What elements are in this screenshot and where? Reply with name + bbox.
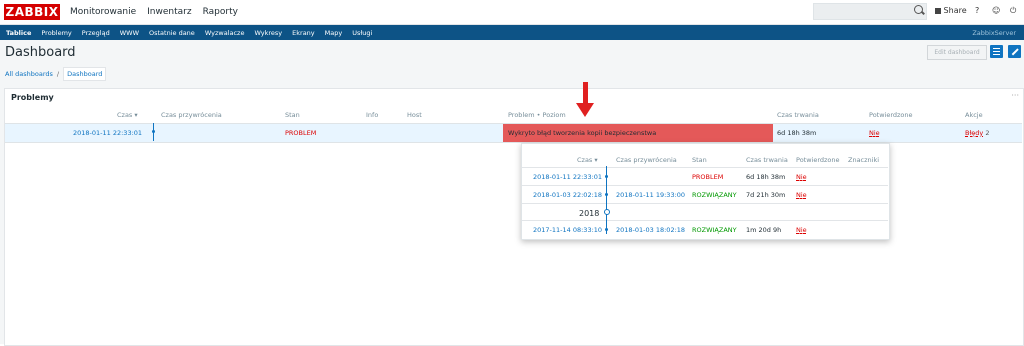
event-duration: 1m 20d 9h <box>746 226 782 234</box>
event-duration: 7d 21h 30m <box>746 191 786 199</box>
event-ack-link[interactable]: Nie <box>796 226 807 234</box>
sub-navigation: Tablice Problemy Przegląd WWW Ostatnie d… <box>0 25 1024 40</box>
event-recovery-link[interactable]: 2018-01-03 18:02:18 <box>616 226 685 234</box>
popup-column-time: Czas ▾ <box>577 156 598 164</box>
column-info: Info <box>366 111 379 119</box>
popup-column-recovery: Czas przywrócenia <box>616 156 677 164</box>
event-recovery-link[interactable]: 2018-01-11 19:33:00 <box>616 191 685 199</box>
event-ack-link[interactable]: Nie <box>796 173 807 181</box>
page-title: Dashboard <box>5 45 76 60</box>
submenu-problems[interactable]: Problemy <box>41 29 71 37</box>
user-profile-icon[interactable]: ☺ <box>992 6 1000 15</box>
breadcrumb-current[interactable]: Dashboard <box>63 66 107 81</box>
server-name: ZabbixServer <box>972 28 1016 37</box>
event-ack-link[interactable]: Nie <box>796 191 807 199</box>
problem-name[interactable]: Wykryto błąd tworzenia kopii bezpieczens… <box>508 129 656 137</box>
column-host: Host <box>407 111 422 119</box>
timeline-dot <box>152 130 155 133</box>
column-recovery-time: Czas przywrócenia <box>161 111 222 119</box>
zabbix-logo[interactable]: ZABBIX <box>4 4 60 20</box>
share-label: Share <box>943 6 967 15</box>
timeline-dot <box>605 228 608 231</box>
share-button[interactable]: Share <box>935 6 967 15</box>
column-duration: Czas trwania <box>777 111 819 119</box>
column-time[interactable]: Czas ▾ <box>117 111 138 119</box>
list-item: 2018-01-03 22:02:18 2018-01-11 19:33:00 … <box>522 185 888 203</box>
page-header: Dashboard <box>0 40 1024 65</box>
event-status: ROZWIĄZANY <box>692 191 737 199</box>
annotation-arrow-icon <box>576 103 594 117</box>
share-icon <box>935 8 941 14</box>
annotation-arrow-shaft <box>583 82 588 104</box>
event-duration: 6d 18h 38m <box>746 173 786 181</box>
edit-dashboard-button[interactable]: Edit dashboard <box>927 45 987 60</box>
menu-monitoring[interactable]: Monitorowanie <box>70 7 136 17</box>
column-actions: Akcje <box>965 111 983 119</box>
problem-name-cell[interactable]: Wykryto błąd tworzenia kopii bezpieczens… <box>503 124 773 142</box>
menu-inventory[interactable]: Inwentarz <box>147 7 191 17</box>
event-time-link[interactable]: 2018-01-03 22:02:18 <box>533 191 602 199</box>
widget-menu-icon[interactable]: ··· <box>1011 91 1019 100</box>
timeline-dot <box>605 193 608 196</box>
problem-status: PROBLEM <box>285 129 317 137</box>
event-time-link[interactable]: 2017-11-14 08:33:10 <box>533 226 602 234</box>
breadcrumb-all-dashboards[interactable]: All dashboards <box>5 70 53 78</box>
acknowledge-link[interactable]: Nie <box>869 129 880 137</box>
submenu-screens[interactable]: Ekrany <box>292 29 315 37</box>
breadcrumb: All dashboards / Dashboard <box>5 66 107 81</box>
submenu-web[interactable]: WWW <box>120 29 139 37</box>
fullscreen-button[interactable] <box>1008 45 1021 58</box>
widget-title: Problemy <box>11 93 54 102</box>
breadcrumb-separator: / <box>56 69 60 78</box>
problem-duration: 6d 18h 38m <box>777 129 817 137</box>
dashboard-list-button[interactable] <box>990 45 1003 58</box>
submenu-latest-data[interactable]: Ostatnie dane <box>149 29 195 37</box>
problem-time-link[interactable]: 2018-01-11 22:33:01 <box>73 129 142 137</box>
submenu-dashboards[interactable]: Tablice <box>6 29 31 37</box>
list-item: 2017-11-14 08:33:10 2018-01-03 18:02:18 … <box>522 220 888 238</box>
column-status: Stan <box>285 111 300 119</box>
fullscreen-icon <box>1011 48 1019 56</box>
menu-reports[interactable]: Raporty <box>203 7 238 17</box>
table-row: 2018-01-11 22:33:01 PROBLEM Wykryto błąd… <box>5 123 1022 143</box>
year-label: 2018 <box>579 209 600 218</box>
column-problem-severity: Problem • Poziom <box>508 111 566 119</box>
submenu-services[interactable]: Usługi <box>352 29 372 37</box>
year-separator-row: 2018 <box>522 203 888 221</box>
submenu-overview[interactable]: Przegląd <box>82 29 110 37</box>
event-status: PROBLEM <box>692 173 724 181</box>
actions-cell[interactable]: Błędy 2 <box>965 129 990 137</box>
submenu-triggers[interactable]: Wyzwalacze <box>205 29 245 37</box>
popup-column-tags: Znaczniki <box>848 156 880 164</box>
event-status: ROZWIĄZANY <box>692 226 737 234</box>
list-item: 2018-01-11 22:33:01 PROBLEM 6d 18h 38m N… <box>522 167 888 185</box>
event-history-popup: Czas ▾ Czas przywrócenia Stan Czas trwan… <box>521 143 890 240</box>
submenu-maps[interactable]: Mapy <box>325 29 343 37</box>
popup-column-ack: Potwierdzone <box>796 156 840 164</box>
submenu-graphs[interactable]: Wykresy <box>254 29 282 37</box>
main-menu: Monitorowanie Inwentarz Raporty <box>70 7 249 17</box>
search-icon[interactable] <box>914 5 923 14</box>
actions-count: 2 <box>985 129 990 137</box>
sign-out-icon[interactable]: ⏻ <box>1010 6 1016 16</box>
column-acknowledged: Potwierdzone <box>869 111 913 119</box>
popup-column-duration: Czas trwania <box>746 156 788 164</box>
search-input[interactable] <box>813 3 927 20</box>
timeline-dot <box>605 175 608 178</box>
timeline-year-marker <box>604 209 610 215</box>
list-icon <box>993 48 1000 49</box>
popup-column-status: Stan <box>692 156 707 164</box>
event-time-link[interactable]: 2018-01-11 22:33:01 <box>533 173 602 181</box>
actions-errors-link[interactable]: Błędy <box>965 129 983 137</box>
top-navigation: ZABBIX Monitorowanie Inwentarz Raporty S… <box>0 0 1024 25</box>
help-icon[interactable]: ? <box>975 6 979 15</box>
